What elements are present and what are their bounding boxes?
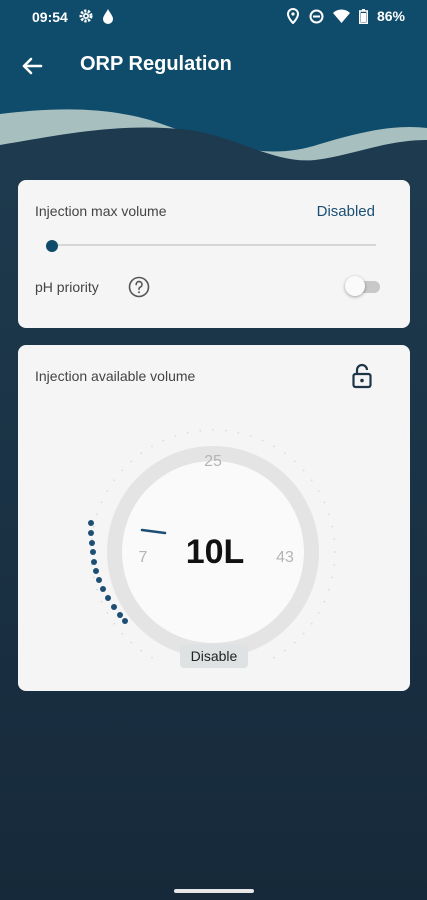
dial-progress-dot <box>117 612 123 618</box>
gear-icon <box>79 9 93 23</box>
dial-tick-mark <box>130 641 133 644</box>
dial-tick-label-top: 25 <box>204 453 222 470</box>
dnd-icon <box>309 9 324 23</box>
status-bar: 09:54 86% <box>0 0 427 34</box>
dial-tick-mark <box>96 588 98 591</box>
dial-tick-mark <box>283 452 286 455</box>
dial-tick-mark <box>317 490 320 492</box>
dial-tick-label-right: 43 <box>276 549 294 566</box>
unlock-icon[interactable] <box>351 363 373 389</box>
dial-tick-mark <box>186 431 189 434</box>
dial-tick-mark <box>96 513 98 516</box>
dial-tick-mark <box>331 525 334 528</box>
dial-progress-dot <box>88 520 94 526</box>
dial-progress-dot <box>91 559 97 565</box>
dial-tick-mark <box>121 469 124 472</box>
dial-tick-mark <box>237 431 240 434</box>
dial-tick-mark <box>174 435 177 437</box>
dial-progress-dot <box>105 595 111 601</box>
status-disabled-link[interactable]: Disabled <box>317 203 375 220</box>
dial-tick-mark <box>162 439 165 442</box>
dial-tick-mark <box>310 479 313 482</box>
dial-tick-mark <box>331 576 334 579</box>
dial-tick-mark <box>273 445 275 448</box>
dial-tick-mark <box>113 622 116 625</box>
help-icon[interactable] <box>128 276 150 298</box>
dial-tick-mark <box>317 612 320 614</box>
dial-tick-mark <box>100 600 103 603</box>
dial-tick-mark <box>334 551 336 553</box>
ph-priority-label: pH priority <box>35 279 99 295</box>
dial-tick-mark <box>121 632 124 635</box>
dial-tick-mark <box>106 490 109 492</box>
dial-tick-mark <box>106 612 109 614</box>
app-bar: ORP Regulation <box>0 40 427 90</box>
dial-tick-mark <box>212 429 214 431</box>
dial-tick-mark <box>199 429 202 432</box>
dial-tick-mark <box>224 429 227 432</box>
dial-tick-mark <box>130 460 133 463</box>
dial-progress-dot <box>96 577 102 583</box>
disable-button[interactable]: Disable <box>180 644 248 668</box>
dial-tick-mark <box>328 513 330 516</box>
dial-tick-mark <box>261 439 264 442</box>
dial-tick-mark <box>310 622 313 625</box>
dial-tick-mark <box>273 656 275 659</box>
dial-tick-mark <box>92 576 95 579</box>
dial-progress-dot <box>111 604 117 610</box>
dial-progress-dot <box>88 530 94 536</box>
dial-tick-mark <box>140 452 143 455</box>
max-volume-slider-track[interactable] <box>50 244 376 246</box>
injection-available-volume-label: Injection available volume <box>35 368 196 384</box>
injection-max-volume-label: Injection max volume <box>35 203 167 219</box>
dial-tick-mark <box>293 460 296 463</box>
dial-tick-mark <box>333 538 336 541</box>
ph-priority-toggle[interactable] <box>345 276 381 296</box>
toggle-knob <box>345 276 365 296</box>
dial-value: 10L <box>186 533 245 571</box>
dial-tick-mark <box>302 469 305 472</box>
wifi-icon <box>332 9 350 23</box>
dial-tick-mark <box>333 563 336 566</box>
dial-tick-mark <box>151 656 153 659</box>
dial-progress-dot <box>122 618 128 624</box>
dial-tick-mark <box>100 501 103 504</box>
dial-tick-mark <box>140 649 143 652</box>
home-indicator[interactable] <box>174 889 254 893</box>
drop-icon <box>103 9 113 24</box>
dial-tick-mark <box>113 479 116 482</box>
dial-tick-mark <box>293 641 296 644</box>
dial-tick-mark <box>283 649 286 652</box>
status-time: 09:54 <box>32 9 68 25</box>
location-icon <box>286 8 299 24</box>
dial-tick-mark <box>323 600 326 603</box>
dial-progress-dot <box>89 540 95 546</box>
dial-tick-mark <box>151 445 153 448</box>
back-button[interactable] <box>18 52 46 80</box>
dial-tick-mark <box>328 588 330 591</box>
dial-tick-mark <box>323 501 326 504</box>
dial-progress-dot <box>100 586 106 592</box>
dial-tick-mark <box>92 525 95 528</box>
dial-progress-dot <box>90 549 96 555</box>
battery-icon <box>358 8 368 24</box>
dial-progress-dot <box>93 568 99 574</box>
dial-tick-mark <box>90 538 93 541</box>
dial-tick-label-left: 7 <box>139 549 148 566</box>
battery-percent: 86% <box>376 8 405 24</box>
page-title: ORP Regulation <box>80 53 232 75</box>
dial-tick-mark <box>249 435 252 437</box>
max-volume-slider-thumb[interactable] <box>46 240 58 252</box>
dial-tick-mark <box>302 632 305 635</box>
